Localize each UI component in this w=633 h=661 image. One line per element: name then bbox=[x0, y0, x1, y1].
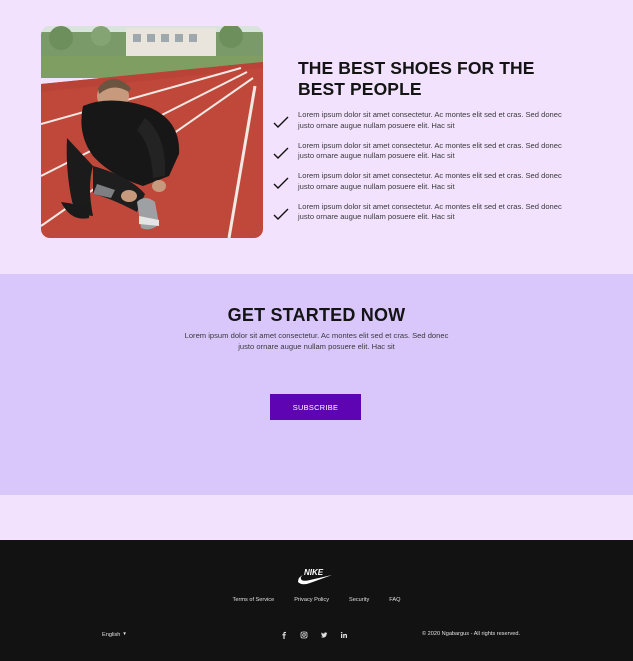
feature-item: Lorem ipsum dolor sit amet consectetur. … bbox=[273, 141, 573, 172]
twitter-icon[interactable] bbox=[320, 631, 328, 639]
language-select[interactable]: English ▼ bbox=[102, 631, 127, 638]
faq-link[interactable]: FAQ bbox=[389, 597, 400, 603]
copyright-text: © 2020 Ngabargus - All rights reserved. bbox=[422, 631, 521, 637]
feature-text: Lorem ipsum dolor sit amet consectetur. … bbox=[298, 140, 562, 161]
feature-text: Lorem ipsum dolor sit amet consectetur. … bbox=[298, 201, 562, 222]
footer-nav: Terms of Service Privacy Policy Security… bbox=[0, 597, 633, 603]
terms-link[interactable]: Terms of Service bbox=[233, 597, 275, 603]
cta-text: Lorem ipsum dolor sit amet consectetur. … bbox=[184, 331, 449, 351]
social-links bbox=[280, 631, 348, 639]
check-icon bbox=[273, 208, 289, 220]
hero-image bbox=[41, 26, 263, 238]
feature-list: Lorem ipsum dolor sit amet consectetur. … bbox=[273, 110, 573, 232]
check-icon bbox=[273, 147, 289, 159]
feature-text: Lorem ipsum dolor sit amet consectetur. … bbox=[298, 171, 562, 191]
section-spacer bbox=[0, 495, 633, 540]
feature-item: Lorem ipsum dolor sit amet consectetur. … bbox=[273, 202, 573, 233]
footer: NIKE Terms of Service Privacy Policy Sec… bbox=[0, 540, 633, 661]
features-section: THE BEST SHOES FOR THE BEST PEOPLE Lorem… bbox=[0, 0, 633, 274]
chevron-down-icon: ▼ bbox=[122, 631, 127, 636]
language-label: English bbox=[102, 632, 121, 638]
subscribe-button[interactable]: SUBSCRIBE bbox=[270, 394, 361, 420]
cta-title: GET STARTED NOW bbox=[227, 305, 406, 325]
feature-text: Lorem ipsum dolor sit amet consectetur. … bbox=[298, 110, 562, 130]
facebook-icon[interactable] bbox=[280, 631, 288, 639]
check-icon bbox=[273, 177, 289, 189]
security-link[interactable]: Security bbox=[349, 597, 369, 603]
cta-section: GET STARTED NOW Lorem ipsum dolor sit am… bbox=[0, 274, 633, 495]
nike-logo[interactable]: NIKE bbox=[296, 566, 334, 586]
feature-item: Lorem ipsum dolor sit amet consectetur. … bbox=[273, 110, 573, 141]
feature-item: Lorem ipsum dolor sit amet consectetur. … bbox=[273, 171, 573, 202]
check-icon bbox=[273, 116, 289, 128]
hero-title: THE BEST SHOES FOR THE BEST PEOPLE bbox=[298, 58, 535, 99]
nike-logo-text: NIKE bbox=[304, 568, 324, 577]
linkedin-icon[interactable] bbox=[340, 631, 348, 639]
footer-bottom: English ▼ © 2020 Ngabargus - All rights r… bbox=[0, 631, 633, 641]
instagram-icon[interactable] bbox=[300, 631, 308, 639]
privacy-link[interactable]: Privacy Policy bbox=[294, 597, 329, 603]
